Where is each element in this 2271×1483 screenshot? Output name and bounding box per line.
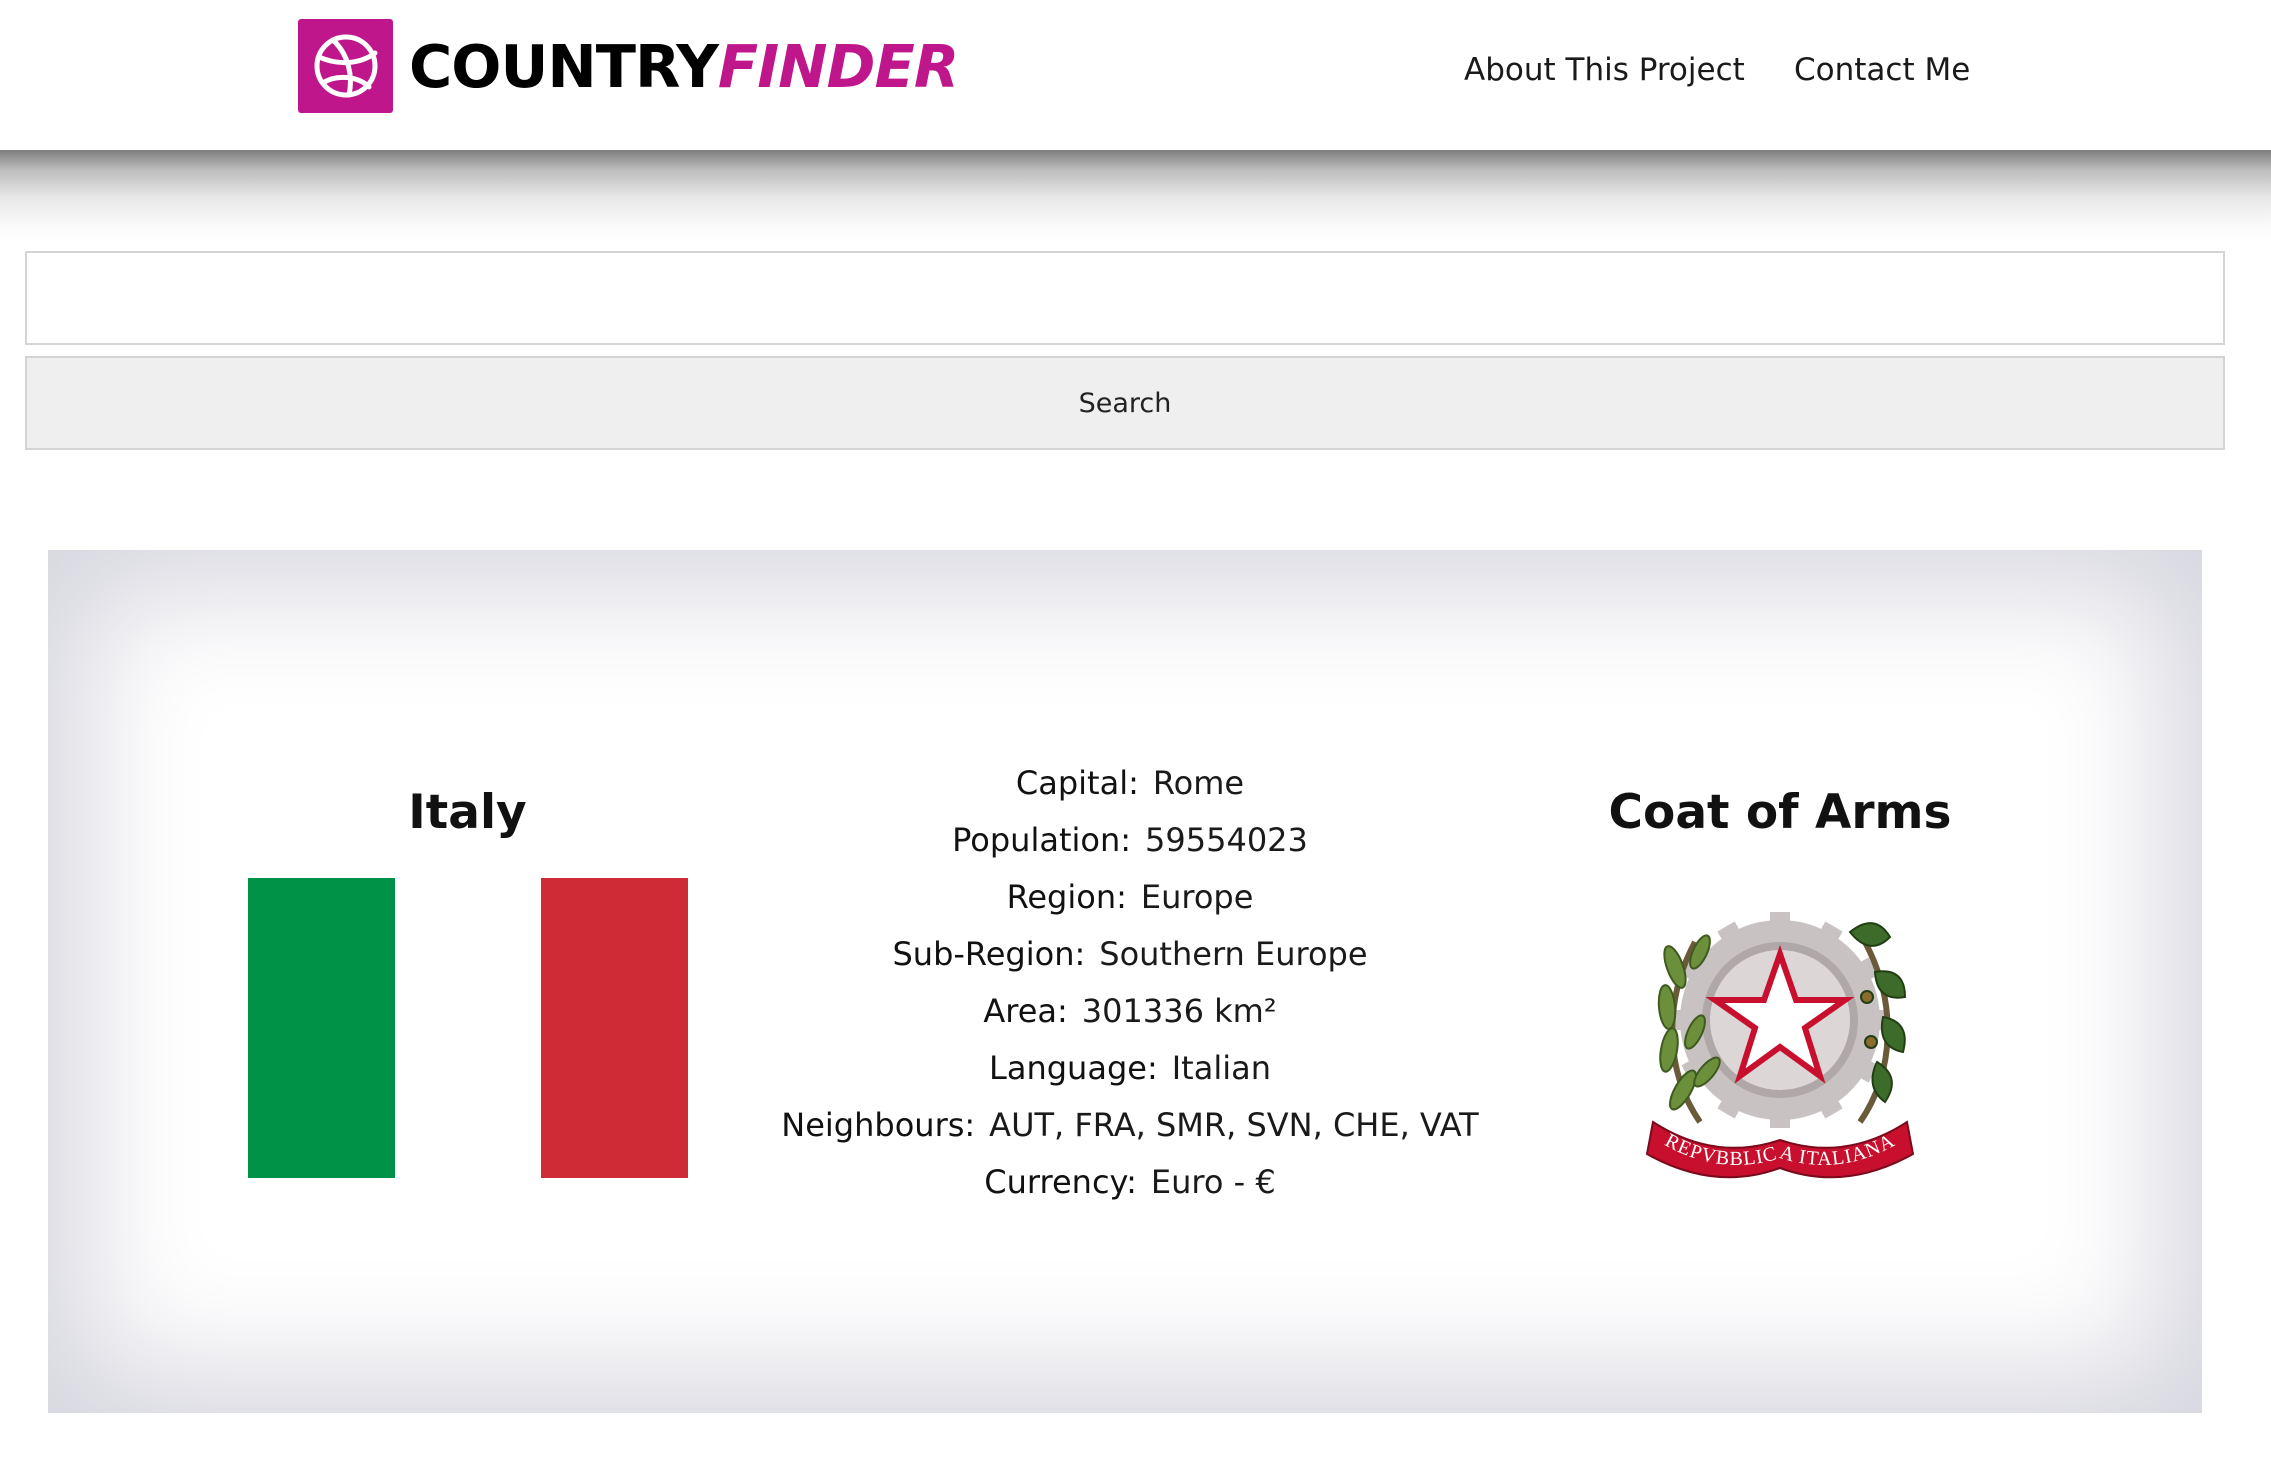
- fact-label: Capital:: [1015, 764, 1139, 802]
- fact-value: AUT, FRA, SMR, SVN, CHE, VAT: [989, 1106, 1479, 1144]
- logo-word-country: COUNTRY: [409, 31, 719, 101]
- fact-value: Southern Europe: [1099, 935, 1368, 973]
- fact-area: Area: 301336 km²: [700, 983, 1560, 1040]
- fact-label: Area:: [983, 992, 1068, 1030]
- coat-of-arms-emblem: REPVBBLICA ITALIANA: [1645, 912, 1915, 1179]
- basketball-icon: [314, 34, 377, 98]
- site-header: COUNTRYFINDER About This Project Contact…: [0, 0, 2271, 150]
- fact-value: Euro - €: [1150, 1163, 1276, 1201]
- fact-label: Region:: [1006, 878, 1127, 916]
- search-button[interactable]: Search: [25, 356, 2225, 450]
- fact-capital: Capital: Rome: [700, 755, 1560, 812]
- country-name: Italy: [408, 785, 527, 840]
- country-flag: [248, 878, 689, 1178]
- flag-stripe-green: [248, 878, 395, 1178]
- fact-value: Italian: [1171, 1049, 1271, 1087]
- fact-value: Europe: [1140, 878, 1254, 916]
- fact-population: Population: 59554023: [700, 812, 1560, 869]
- nav-contact-link[interactable]: Contact Me: [1794, 52, 1970, 88]
- site-logo[interactable]: COUNTRYFINDER: [298, 19, 959, 113]
- header-shadow: [0, 150, 2271, 240]
- flag-stripe-red: [541, 878, 689, 1178]
- nav-about-link[interactable]: About This Project: [1464, 52, 1745, 88]
- fact-value: Rome: [1152, 764, 1245, 802]
- fact-currency: Currency: Euro - €: [700, 1154, 1560, 1211]
- fact-subregion: Sub-Region: Southern Europe: [700, 926, 1560, 983]
- logo-wordmark: COUNTRYFINDER: [409, 37, 959, 96]
- fact-label: Currency:: [984, 1163, 1137, 1201]
- coat-of-arms-title: Coat of Arms: [1608, 785, 1952, 840]
- country-facts: Capital: Rome Population: 59554023 Region:…: [700, 755, 1560, 1211]
- fact-value: 59554023: [1145, 821, 1308, 859]
- logo-badge: [298, 19, 393, 113]
- fact-label: Population:: [952, 821, 1132, 859]
- fact-value: 301336 km²: [1081, 992, 1277, 1030]
- fact-label: Sub-Region:: [892, 935, 1086, 973]
- fact-label: Language:: [989, 1049, 1158, 1087]
- logo-word-finder: FINDER: [717, 31, 959, 101]
- search-input[interactable]: [25, 251, 2225, 345]
- flag-stripe-white: [394, 878, 542, 1178]
- fact-label: Neighbours:: [781, 1106, 976, 1144]
- fact-region: Region: Europe: [700, 869, 1560, 926]
- fact-language: Language: Italian: [700, 1040, 1560, 1097]
- fact-neighbours: Neighbours: AUT, FRA, SMR, SVN, CHE, VAT: [700, 1097, 1560, 1154]
